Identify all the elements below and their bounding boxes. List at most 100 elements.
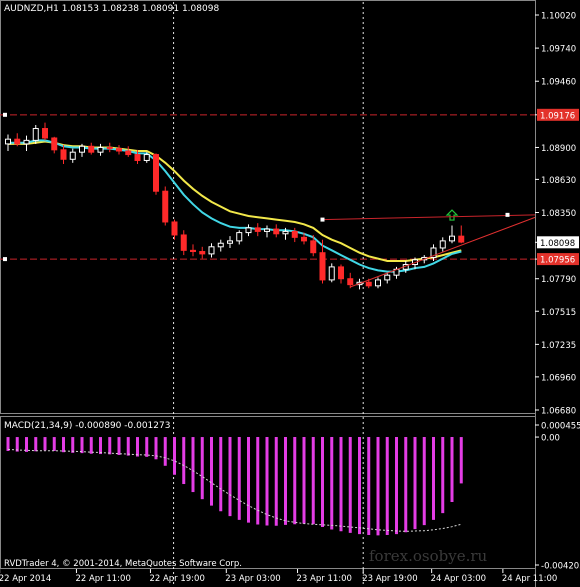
candle-body — [375, 279, 381, 287]
candle-body — [264, 228, 270, 232]
candle-body — [449, 235, 455, 242]
candle[interactable] — [273, 224, 280, 238]
candle[interactable] — [106, 142, 113, 153]
candle[interactable] — [458, 225, 465, 244]
candle-body — [245, 227, 252, 234]
time-axis[interactable]: 22 Apr 2014 22 Apr 11:00 22 Apr 19:00 23 Ap… — [0, 569, 557, 584]
trading-chart-window[interactable]: 1.10020 1.09740 1.09460 1.09176 1.08900 1.086… — [0, 0, 580, 587]
candle[interactable] — [236, 230, 243, 245]
candle[interactable] — [60, 145, 67, 165]
candle-body — [458, 235, 465, 243]
candle[interactable] — [254, 223, 261, 237]
candle[interactable] — [88, 142, 95, 155]
moving-averages — [8, 139, 462, 273]
macd-indicator — [6, 437, 463, 536]
candle-body — [227, 240, 233, 244]
candle-body — [347, 278, 354, 286]
candle[interactable] — [291, 227, 298, 243]
candle-body — [365, 281, 372, 287]
candle[interactable] — [23, 135, 30, 152]
candle-body — [282, 230, 289, 235]
time-tick-label: 24 Apr 03:00 — [431, 574, 486, 584]
symbol-header: AUDNZD,H1 1.08153 1.08238 1.08091 1.0809… — [4, 4, 219, 14]
candle[interactable] — [208, 243, 215, 258]
price-tick-label: 1.06680 — [541, 407, 576, 417]
candle-body — [106, 146, 113, 150]
price-tick-label: 1.08900 — [541, 144, 576, 154]
candle-body — [171, 221, 178, 236]
price-tick-label: 1.07235 — [541, 341, 576, 351]
candle[interactable] — [227, 236, 233, 248]
candle-body — [319, 252, 326, 281]
candle[interactable] — [180, 230, 187, 256]
time-tick-label: 23 Apr 03:00 — [225, 574, 280, 584]
time-tick-label: 22 Apr 11:00 — [75, 574, 130, 584]
macd-tick-label: -0.004205 — [541, 562, 580, 572]
macd-axis: 0.000455 0.00 -0.004205 — [535, 422, 580, 572]
candle-body — [217, 242, 224, 248]
resistance-line-anchor[interactable] — [505, 212, 510, 217]
candle-body — [125, 150, 132, 156]
candle[interactable] — [5, 134, 11, 152]
candle[interactable] — [42, 122, 48, 141]
candle[interactable] — [79, 143, 85, 157]
copyright-text: RVDTrader 4, © 2001-2014, MetaQuotes Sof… — [4, 559, 242, 569]
chart-canvas[interactable]: 1.10020 1.09740 1.09460 1.09176 1.08900 1.086… — [0, 0, 580, 587]
main-chart-frame — [0, 0, 536, 414]
resistance-line[interactable] — [322, 214, 536, 221]
time-tick-label: 22 Apr 19:00 — [149, 574, 204, 584]
buy-signal-up-arrow-icon[interactable] — [445, 209, 459, 221]
candle-body — [5, 138, 11, 145]
candle-body — [162, 190, 169, 223]
candle[interactable] — [338, 264, 344, 284]
candle[interactable] — [384, 272, 391, 284]
time-tick-label: 23 Apr 11:00 — [297, 574, 352, 584]
candle[interactable] — [162, 186, 169, 226]
candle-body — [79, 145, 85, 153]
macd-signal-line — [7, 448, 462, 532]
level-price-label: 1.09176 — [540, 111, 575, 121]
candle[interactable] — [97, 143, 104, 156]
level-price-label: 1.07956 — [540, 256, 575, 266]
resistance-line-anchor[interactable] — [320, 217, 325, 222]
price-tick-label: 1.07790 — [541, 275, 576, 285]
candle[interactable] — [153, 153, 159, 195]
candle-body — [60, 149, 67, 160]
candle[interactable] — [264, 225, 270, 238]
candle-body — [42, 128, 48, 139]
current-price-label: 1.08098 — [540, 239, 575, 249]
candle[interactable] — [51, 136, 58, 154]
candle[interactable] — [217, 239, 224, 252]
candle-body — [143, 154, 150, 161]
candle[interactable] — [116, 145, 122, 155]
candle[interactable] — [125, 146, 132, 157]
candle-body — [273, 228, 280, 235]
uptrend-line[interactable] — [350, 216, 536, 288]
candle-body — [51, 137, 58, 151]
macd-header: MACD(21,34,9) -0.000890 -0.001273 — [4, 421, 170, 431]
candle-body — [338, 266, 344, 280]
candle-body — [116, 148, 122, 152]
time-tick-label: 24 Apr 11:00 — [502, 574, 557, 584]
candle[interactable] — [190, 244, 196, 257]
candle-body — [384, 274, 391, 281]
candle[interactable] — [171, 219, 178, 240]
fast-moving-average-line — [8, 139, 462, 273]
candle[interactable] — [14, 133, 21, 147]
price-axis[interactable]: 1.10020 1.09740 1.09460 1.09176 1.08900 1.086… — [535, 12, 579, 417]
candle-body — [190, 249, 196, 253]
candle[interactable] — [328, 263, 335, 283]
candle[interactable] — [199, 246, 206, 259]
candle-body — [236, 232, 243, 242]
level-anchor-marker — [3, 257, 7, 262]
candle[interactable] — [69, 148, 76, 163]
candle-body — [301, 236, 307, 242]
watermark: forex.osobye.ru — [369, 547, 488, 565]
candle[interactable] — [375, 277, 381, 289]
macd-tick-label: 0.000455 — [541, 422, 580, 432]
candle[interactable] — [439, 237, 446, 252]
candle-body — [439, 240, 446, 249]
candle[interactable] — [449, 225, 455, 244]
candle-body — [23, 139, 30, 145]
candle[interactable] — [245, 224, 252, 237]
